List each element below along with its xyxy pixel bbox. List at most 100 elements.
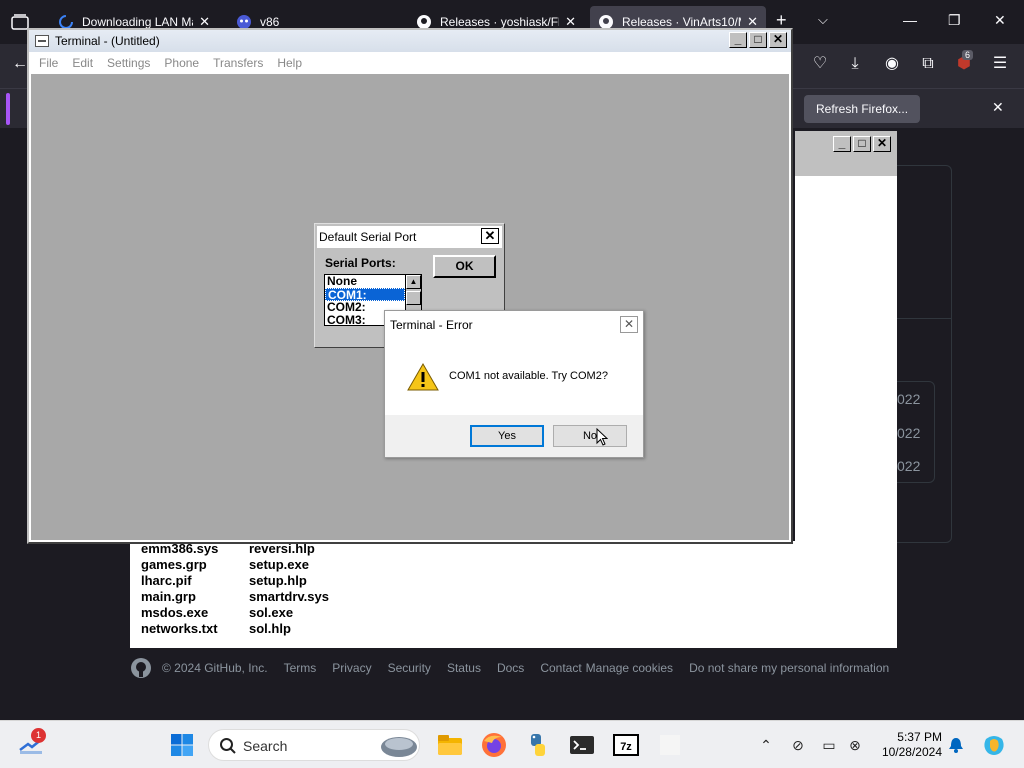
port-option[interactable]: None	[325, 275, 405, 288]
search-icon	[220, 738, 236, 754]
minimize-button[interactable]: _	[729, 32, 747, 48]
background-window-content	[795, 176, 897, 541]
footer-link-cookies[interactable]: Manage cookies	[586, 661, 673, 675]
scroll-thumb[interactable]	[406, 291, 421, 305]
footer-link-terms[interactable]: Terms	[284, 661, 317, 675]
restore-icon[interactable]: ❐	[948, 12, 961, 29]
display-icon[interactable]: ▭	[820, 736, 838, 754]
title-buttons: _ □ ✕	[729, 32, 787, 48]
close-button[interactable]: ✕	[873, 136, 891, 152]
v86-app-icon[interactable]	[656, 731, 684, 759]
dialog-title: Terminal - Error	[385, 311, 643, 339]
clock-date: 10/28/2024	[881, 745, 942, 759]
widgets-badge: 1	[31, 728, 46, 743]
search-highlight-icon	[381, 737, 417, 757]
error-message: COM1 not available. Try COM2?	[449, 370, 608, 382]
terminal-title-bar[interactable]: Terminal - (Untitled)	[29, 30, 791, 52]
file-column-1: emm386.sys games.grp lharc.pif main.grp …	[141, 541, 218, 637]
footer-link-privacy[interactable]: Privacy	[332, 661, 371, 675]
close-button[interactable]: ✕	[769, 32, 787, 48]
system-menu-icon[interactable]	[35, 35, 49, 47]
footer-copyright: © 2024 GitHub, Inc.	[162, 661, 268, 675]
file-item[interactable]: games.grp	[141, 557, 218, 573]
mouse-cursor-icon	[596, 428, 608, 446]
scroll-up-icon[interactable]: ▲	[406, 275, 421, 289]
menu-phone[interactable]: Phone	[164, 52, 199, 74]
tab-title: v86	[260, 15, 280, 29]
file-item[interactable]: smartdrv.sys	[249, 589, 329, 605]
tab-title: Releases · yoshiask/Flu	[440, 15, 560, 29]
no-button[interactable]: No	[553, 425, 627, 447]
7zip-icon[interactable]: 7z	[612, 731, 640, 759]
serial-ports-label: Serial Ports:	[325, 256, 396, 270]
file-item[interactable]: sol.hlp	[249, 621, 329, 637]
ok-button[interactable]: OK	[433, 255, 496, 278]
minimize-icon[interactable]: —	[903, 12, 917, 28]
windows-start-icon[interactable]	[170, 733, 194, 757]
bell-icon[interactable]	[947, 736, 965, 754]
menu-help[interactable]: Help	[277, 52, 302, 74]
menu-transfers[interactable]: Transfers	[213, 52, 263, 74]
menu-icon[interactable]: ☰	[990, 54, 1010, 74]
firefox-icon[interactable]	[480, 731, 508, 759]
footer-link-docs[interactable]: Docs	[497, 661, 524, 675]
maximize-button[interactable]: □	[749, 32, 767, 48]
file-item[interactable]: main.grp	[141, 589, 218, 605]
copilot-icon[interactable]	[982, 733, 1006, 757]
file-item[interactable]: sol.exe	[249, 605, 329, 621]
file-explorer-icon[interactable]	[436, 731, 464, 759]
refresh-firefox-button[interactable]: Refresh Firefox...	[804, 95, 921, 123]
tab-title: Downloading LAN Ma	[82, 15, 194, 29]
clock-time: 5:37 PM	[897, 730, 942, 744]
download-icon[interactable]: ⤓	[845, 54, 865, 74]
hidden-eye-icon[interactable]: ⊘	[789, 736, 807, 754]
menu-edit[interactable]: Edit	[72, 52, 93, 74]
file-item[interactable]: lharc.pif	[141, 573, 218, 589]
warning-icon	[407, 363, 439, 391]
menu-file[interactable]: File	[39, 52, 58, 74]
footer-link-contact[interactable]: Contact	[540, 661, 581, 675]
system-clock[interactable]: 5:37 PM 10/28/2024	[872, 730, 942, 760]
close-button[interactable]: ✕	[481, 228, 499, 244]
asset-date: 022	[897, 425, 921, 441]
pocket-icon[interactable]: ♡	[810, 54, 830, 74]
divider	[897, 318, 951, 319]
file-item[interactable]: setup.hlp	[249, 573, 329, 589]
dialog-body: COM1 not available. Try COM2?	[385, 339, 643, 415]
close-button[interactable]: ✕	[620, 316, 638, 333]
footer-link-security[interactable]: Security	[388, 661, 431, 675]
taskbar-search-box[interactable]: Search	[208, 729, 420, 761]
window-title: Terminal - (Untitled)	[55, 34, 160, 48]
minimize-button[interactable]: _	[833, 136, 851, 152]
chevron-down-icon[interactable]: ⌵	[818, 12, 828, 28]
account-icon[interactable]: ◉	[882, 54, 902, 74]
github-logo-icon[interactable]	[130, 657, 152, 679]
python-icon[interactable]	[524, 731, 552, 759]
close-window-icon[interactable]: ✕	[994, 12, 1006, 29]
asset-date: 022	[897, 458, 921, 474]
file-item[interactable]: msdos.exe	[141, 605, 218, 621]
menu-settings[interactable]: Settings	[107, 52, 150, 74]
file-item[interactable]: setup.exe	[249, 557, 329, 573]
notification-accent	[6, 93, 10, 125]
search-placeholder: Search	[243, 738, 288, 754]
asset-date: 022	[897, 391, 921, 407]
terminal-menu-bar: File Edit Settings Phone Transfers Help	[29, 52, 791, 74]
close-icon[interactable]: ✕	[992, 99, 1004, 116]
extensions-icon[interactable]: ⧉	[918, 54, 938, 74]
tab-title: Releases · VinArts10/M	[622, 15, 742, 29]
maximize-button[interactable]: □	[853, 136, 871, 152]
github-footer: © 2024 GitHub, Inc. Terms Privacy Securi…	[130, 656, 905, 680]
footer-link-status[interactable]: Status	[447, 661, 481, 675]
file-list: emm386.sys games.grp lharc.pif main.grp …	[130, 541, 897, 648]
release-panel	[897, 165, 952, 543]
background-window: _ □ ✕	[795, 131, 897, 178]
file-item[interactable]: networks.txt	[141, 621, 218, 637]
terminal-icon[interactable]	[568, 731, 596, 759]
chevron-up-icon[interactable]: ⌃	[757, 736, 775, 754]
extension-badge: 6	[962, 50, 974, 60]
windows-taskbar: 1 Search 7z ⌃ ⊘ ▭ ⊗ 5:37 PM 10/28/2024	[0, 720, 1024, 768]
network-icon[interactable]: ⊗	[846, 736, 864, 754]
footer-link-do-not-share[interactable]: Do not share my personal information	[689, 661, 889, 675]
yes-button[interactable]: Yes	[470, 425, 544, 447]
